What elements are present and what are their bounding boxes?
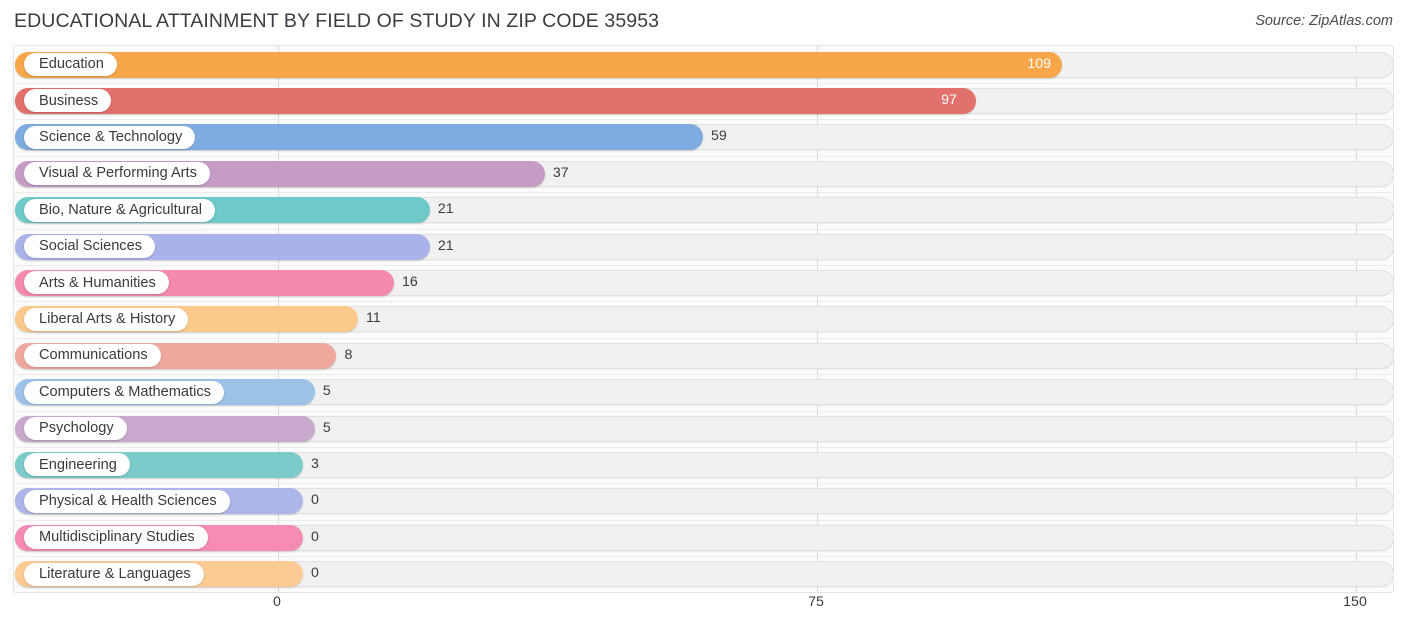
category-label: Education xyxy=(39,56,104,73)
category-label-pill: Communications xyxy=(24,344,161,368)
category-label-pill: Arts & Humanities xyxy=(24,271,169,295)
category-label: Visual & Performing Arts xyxy=(39,165,197,182)
bar-row[interactable]: Literature & Languages 0 xyxy=(14,556,1393,592)
bar-row[interactable]: Multidisciplinary Studies 0 xyxy=(14,520,1393,556)
chart-header: EDUCATIONAL ATTAINMENT BY FIELD OF STUDY… xyxy=(0,0,1406,44)
chart-page: EDUCATIONAL ATTAINMENT BY FIELD OF STUDY… xyxy=(0,0,1406,631)
category-label: Literature & Languages xyxy=(39,565,191,582)
category-label-pill: Liberal Arts & History xyxy=(24,307,189,331)
category-label-pill: Visual & Performing Arts xyxy=(24,162,210,186)
bar-value-label: 97 xyxy=(941,91,957,108)
bar-row[interactable]: Communications 8 xyxy=(14,338,1393,374)
x-tick-label-0: 0 xyxy=(273,594,281,610)
bar-value-label: 37 xyxy=(552,164,569,181)
category-label-pill: Education xyxy=(24,53,117,76)
category-label: Physical & Health Sciences xyxy=(39,493,217,509)
bar-row[interactable]: Business 97 xyxy=(14,83,1393,119)
bar-rows: Education 109 Business 97 Science & Technolo… xyxy=(14,46,1393,592)
bar-row[interactable]: Arts & Humanities 16 xyxy=(14,265,1393,301)
category-label-pill: Engineering xyxy=(24,453,130,477)
bar-value-label: 21 xyxy=(437,201,454,218)
bar-value-label: 21 xyxy=(437,237,454,254)
category-label: Arts & Humanities xyxy=(39,274,156,291)
bar-value-label: 8 xyxy=(344,346,353,363)
category-label: Social Sciences xyxy=(39,238,143,255)
category-label-pill: Literature & Languages xyxy=(24,562,204,586)
bar-row[interactable]: Education 109 xyxy=(14,47,1393,83)
bar-chart-plot-area: Education 109 Business 97 Science & Technolo… xyxy=(13,45,1394,593)
category-label-pill: Business xyxy=(24,89,112,113)
category-label-pill: Physical & Health Sciences xyxy=(24,489,230,513)
category-label: Science & Technology xyxy=(39,129,183,145)
bar-row[interactable]: Social Sciences 21 xyxy=(14,229,1393,265)
category-label: Liberal Arts & History xyxy=(39,311,176,327)
bar-value-label: 109 xyxy=(1027,55,1052,72)
bar-value-label: 0 xyxy=(311,565,319,582)
category-label-pill: Psychology xyxy=(24,417,127,440)
category-label: Bio, Nature & Agricultural xyxy=(39,201,203,218)
x-axis: 0 75 150 xyxy=(13,593,1394,619)
category-label: Psychology xyxy=(39,420,114,437)
bar-row[interactable]: Psychology 5 xyxy=(14,411,1393,447)
bar-value-label: 5 xyxy=(322,419,331,436)
category-label-pill: Science & Technology xyxy=(24,125,196,149)
bar-value-label: 0 xyxy=(311,528,319,545)
bar-value-label: 5 xyxy=(322,383,331,400)
bar-row[interactable]: Physical & Health Sciences 0 xyxy=(14,483,1393,519)
bar-row[interactable]: Bio, Nature & Agricultural 21 xyxy=(14,192,1393,228)
bar-value-label: 59 xyxy=(711,128,727,145)
x-tick-label-75: 75 xyxy=(808,594,824,610)
category-label-pill: Computers & Mathematics xyxy=(24,380,224,404)
bar-row[interactable]: Computers & Mathematics 5 xyxy=(14,374,1393,410)
bar-row[interactable]: Liberal Arts & History 11 xyxy=(14,301,1393,337)
bar-business[interactable] xyxy=(15,87,977,114)
category-label: Business xyxy=(39,92,99,109)
category-label-pill: Multidisciplinary Studies xyxy=(24,526,208,550)
bar-education[interactable] xyxy=(15,51,1063,78)
category-label: Computers & Mathematics xyxy=(39,383,211,400)
category-label: Communications xyxy=(39,347,148,364)
category-label: Engineering xyxy=(39,456,117,473)
x-tick-label-150: 150 xyxy=(1343,594,1367,610)
bar-row[interactable]: Visual & Performing Arts 37 xyxy=(14,156,1393,192)
bar-value-label: 3 xyxy=(311,455,319,472)
source-attribution: Source: ZipAtlas.com xyxy=(1255,13,1393,29)
bar-value-label: 11 xyxy=(366,310,381,327)
category-label: Multidisciplinary Studies xyxy=(39,529,195,546)
category-label-pill: Bio, Nature & Agricultural xyxy=(24,198,216,222)
category-label-pill: Social Sciences xyxy=(24,235,156,258)
bar-row[interactable]: Science & Technology 59 xyxy=(14,119,1393,155)
page-title: EDUCATIONAL ATTAINMENT BY FIELD OF STUDY… xyxy=(14,10,660,32)
bar-value-label: 16 xyxy=(401,273,418,290)
bar-row[interactable]: Engineering 3 xyxy=(14,447,1393,483)
bar-value-label: 0 xyxy=(311,492,319,509)
